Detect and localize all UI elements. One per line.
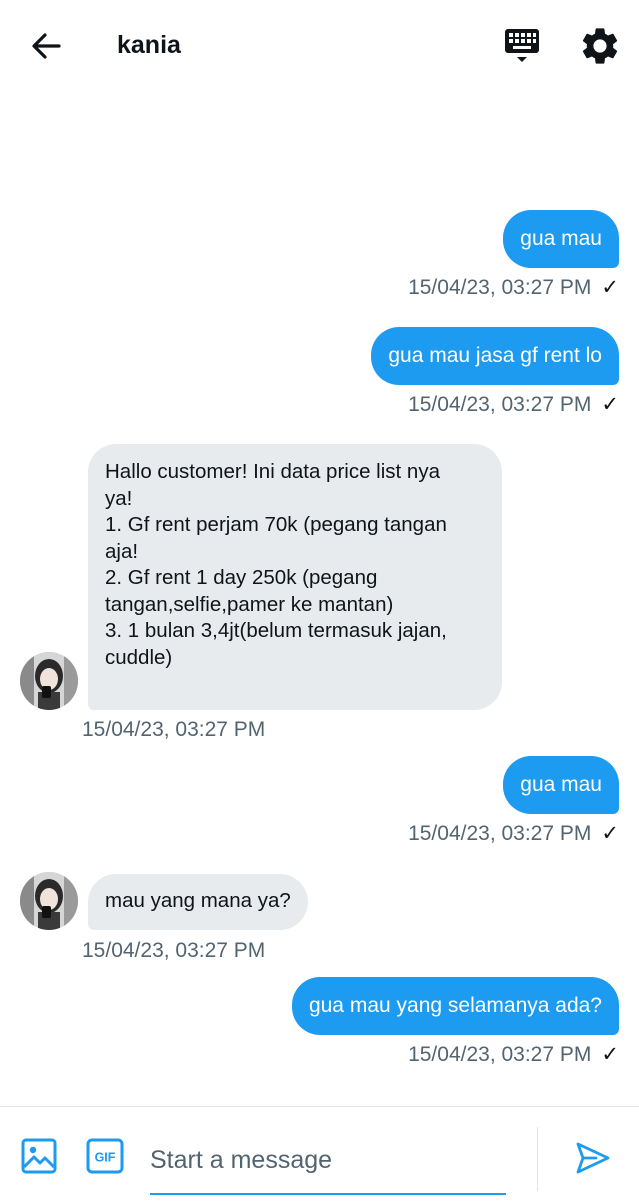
sent-message-bubble[interactable]: gua mau — [503, 210, 619, 268]
message-line: aja! — [105, 539, 139, 563]
arrow-left-icon — [32, 33, 61, 59]
image-icon — [21, 1138, 57, 1174]
gear-icon — [582, 28, 618, 64]
message-input[interactable] — [150, 1129, 506, 1191]
composer-divider — [537, 1127, 538, 1191]
received-message-bubble[interactable]: Hallo customer! Ini data price list nya … — [88, 444, 502, 710]
sent-message-bubble[interactable]: gua mau jasa gf rent lo — [371, 327, 619, 385]
message-text: mau yang mana ya? — [105, 889, 291, 912]
add-gif-button[interactable]: GIF — [86, 1137, 124, 1175]
conversation-title: kania — [117, 31, 181, 59]
message-composer: GIF — [0, 1106, 639, 1201]
sent-message-bubble[interactable]: gua mau yang selamanya ada? — [291, 977, 619, 1035]
chat-header: kania — [0, 0, 639, 92]
message-timestamp: 15/04/23, 03:27 PM — [82, 718, 266, 741]
message-input-wrapper — [150, 1129, 506, 1195]
input-underline — [150, 1193, 506, 1195]
message-timestamp: 15/04/23, 03:27 PM ✓ — [408, 1043, 619, 1066]
received-message-bubble[interactable]: mau yang mana ya? — [88, 874, 308, 930]
keyboard-icon — [505, 29, 539, 62]
sent-check-icon: ✓ — [601, 1043, 619, 1066]
sent-message-bubble[interactable]: gua mau — [503, 756, 619, 814]
gif-icon: GIF — [86, 1138, 124, 1174]
message-line: 2. Gf rent 1 day 250k (pegang — [105, 566, 378, 589]
svg-text:GIF: GIF — [95, 1151, 116, 1165]
message-timestamp: 15/04/23, 03:27 PM ✓ — [408, 276, 619, 299]
avatar[interactable] — [20, 652, 78, 710]
add-media-button[interactable] — [20, 1137, 58, 1175]
avatar[interactable] — [20, 872, 78, 930]
sent-check-icon: ✓ — [601, 393, 619, 416]
message-line: 1. Gf rent perjam 70k (pegang tangan — [105, 513, 447, 536]
avatar-photo — [20, 652, 78, 710]
message-text: gua mau yang selamanya ada? — [308, 994, 602, 1017]
settings-button[interactable] — [578, 24, 622, 68]
send-button[interactable] — [574, 1139, 612, 1177]
message-line: Hallo customer! Ini data price list nya — [105, 460, 440, 483]
message-line: tangan,selfie,pamer ke mantan) — [105, 592, 394, 616]
sent-check-icon: ✓ — [601, 822, 619, 845]
message-timestamp: 15/04/23, 03:27 PM ✓ — [408, 822, 619, 845]
back-button[interactable] — [26, 26, 66, 66]
sent-check-icon: ✓ — [601, 276, 619, 299]
message-text: gua mau — [520, 773, 602, 796]
message-line: cuddle) — [105, 645, 173, 669]
message-line: 3. 1 bulan 3,4jt(belum termasuk jajan, — [105, 619, 447, 642]
message-timestamp: 15/04/23, 03:27 PM ✓ — [408, 393, 619, 416]
message-line: ya! — [105, 486, 133, 510]
message-text: gua mau — [520, 227, 602, 250]
avatar-photo — [20, 872, 78, 930]
message-text: gua mau jasa gf rent lo — [388, 344, 602, 367]
keyboard-button[interactable] — [500, 24, 544, 68]
message-timestamp: 15/04/23, 03:27 PM — [82, 939, 266, 962]
send-icon — [576, 1142, 610, 1174]
